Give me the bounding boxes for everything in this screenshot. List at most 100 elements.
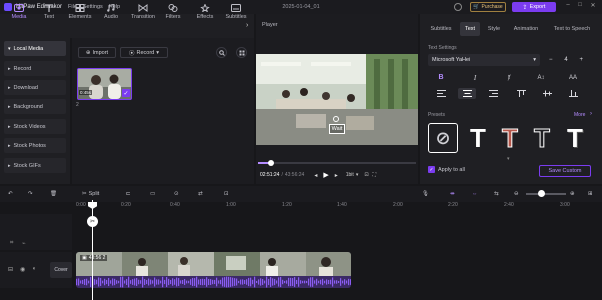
- minus-icon[interactable]: −: [549, 57, 553, 63]
- track-lock-icon[interactable]: ⊟: [8, 266, 13, 273]
- tab-effects[interactable]: Effects: [190, 0, 220, 24]
- preset-red-outline-icon[interactable]: T: [495, 122, 525, 153]
- quality-select[interactable]: 1bit: [346, 172, 354, 178]
- uppercase-icon[interactable]: AA: [564, 72, 582, 83]
- lock-track-icon[interactable]: ⌁: [22, 240, 26, 247]
- tab-filters[interactable]: Filters: [158, 0, 188, 24]
- save-custom-button[interactable]: Save Custom: [539, 165, 591, 177]
- sidebar-item-background[interactable]: ▸ Background: [4, 99, 66, 114]
- sidebar-item-stock-photos[interactable]: ▸ Stock Photos: [4, 138, 66, 153]
- font-select[interactable]: Microsoft YaHei ▾: [428, 54, 540, 66]
- magnet-icon[interactable]: ⇔: [472, 188, 478, 200]
- font-size-stepper[interactable]: − 4 +: [546, 54, 586, 66]
- align-right-icon[interactable]: [484, 88, 502, 99]
- align-center-icon[interactable]: [458, 88, 476, 99]
- tab-subtitles[interactable]: Subtitles: [221, 0, 251, 24]
- sidebar-item-stock-videos[interactable]: ▸ Stock Videos: [4, 119, 66, 134]
- preset-hollow-icon[interactable]: T: [527, 122, 557, 153]
- cover-button[interactable]: Cover: [50, 262, 72, 278]
- account-icon[interactable]: [454, 3, 462, 11]
- delete-icon[interactable]: 🗑: [50, 188, 57, 200]
- minimize-icon[interactable]: –: [564, 2, 572, 8]
- collapse-icon[interactable]: ▾: [507, 156, 510, 162]
- prev-frame-icon[interactable]: ◂: [314, 172, 317, 179]
- fullscreen-icon[interactable]: ⛶: [373, 172, 377, 178]
- waveform-bar: [102, 280, 104, 284]
- zoom-slider-handle[interactable]: [538, 190, 545, 197]
- snapshot-icon[interactable]: ⊡: [224, 188, 229, 200]
- tab-animation[interactable]: Animation: [508, 22, 544, 36]
- chevron-right-icon[interactable]: ›: [590, 111, 592, 117]
- sidebar-item-local-media[interactable]: ▾ Local Media: [4, 41, 66, 56]
- tab-elements[interactable]: Elements: [65, 0, 95, 24]
- rotate-handle-icon[interactable]: [333, 116, 339, 122]
- add-track-icon[interactable]: ⌗: [10, 240, 13, 247]
- waveform-bar: [196, 276, 198, 288]
- search-icon[interactable]: [216, 47, 227, 58]
- align-middle-icon[interactable]: [538, 88, 556, 99]
- strikethrough-icon[interactable]: ⱦ: [500, 72, 518, 83]
- timeline-settings-icon[interactable]: ⊞: [588, 188, 593, 200]
- chevron-right-icon[interactable]: ›: [246, 22, 248, 29]
- record-button[interactable]: ⦿ Record ▾: [120, 47, 168, 58]
- text-overlay[interactable]: Wait: [329, 124, 345, 134]
- sidebar-item-record[interactable]: ▸ Record: [4, 61, 66, 76]
- link-icon[interactable]: ⇹: [450, 188, 455, 200]
- tab-transition[interactable]: Transition: [128, 0, 158, 24]
- player-progress-track[interactable]: [258, 162, 416, 164]
- tab-audio[interactable]: Audio: [96, 0, 126, 24]
- screenshot-icon[interactable]: ⊡: [364, 172, 368, 178]
- scissors-icon[interactable]: ✂: [87, 216, 98, 227]
- next-frame-icon[interactable]: ▸: [335, 172, 338, 179]
- sidebar-item-download[interactable]: ▸ Download: [4, 80, 66, 95]
- crop-icon[interactable]: ⊏: [126, 188, 131, 200]
- speed-icon[interactable]: ⊙: [174, 188, 179, 200]
- track-visibility-icon[interactable]: ◉: [20, 266, 25, 273]
- maximize-icon[interactable]: □: [576, 2, 584, 8]
- align-top-icon[interactable]: [512, 88, 530, 99]
- fit-icon[interactable]: ⇆: [494, 188, 499, 200]
- purchase-button[interactable]: 🛒 Purchase: [470, 2, 506, 12]
- align-left-icon[interactable]: [432, 88, 450, 99]
- text-case-icon[interactable]: A↕: [532, 72, 550, 83]
- caret-right-icon: ▸: [8, 84, 11, 91]
- preset-shadow-icon[interactable]: T: [560, 123, 590, 153]
- import-button[interactable]: ⊕ Import: [78, 47, 116, 58]
- zoom-slider[interactable]: [526, 193, 566, 195]
- bold-icon[interactable]: B: [432, 72, 450, 83]
- undo-icon[interactable]: ↶: [8, 188, 13, 200]
- waveform-bar: [332, 277, 334, 287]
- player-progress-handle[interactable]: [268, 160, 274, 166]
- redo-icon[interactable]: ↷: [28, 188, 33, 200]
- tab-subtitles-props[interactable]: Subtitles: [424, 22, 458, 36]
- tab-text-props[interactable]: Text: [460, 22, 480, 36]
- tab-style[interactable]: Style: [482, 22, 506, 36]
- italic-icon[interactable]: I: [466, 72, 484, 83]
- reverse-icon[interactable]: ⇄: [198, 188, 203, 200]
- presets-more-link[interactable]: More: [574, 112, 585, 118]
- tab-text[interactable]: Text: [34, 0, 64, 24]
- split-button[interactable]: ✂ Split: [82, 188, 99, 200]
- waveform-bar: [292, 278, 294, 286]
- track-audio-icon[interactable]: ◖: [32, 266, 36, 272]
- waveform-bar: [112, 278, 114, 286]
- close-icon[interactable]: ✕: [589, 2, 597, 9]
- export-button[interactable]: ⇪ Export: [512, 2, 556, 12]
- zoom-in-icon[interactable]: ⊕: [570, 188, 575, 200]
- align-bottom-icon[interactable]: [564, 88, 582, 99]
- play-icon[interactable]: ▶: [323, 171, 328, 179]
- preset-none-icon[interactable]: ⊘: [428, 123, 458, 153]
- playhead[interactable]: [92, 200, 93, 300]
- apply-to-all-checkbox[interactable]: ✓ Apply to all: [428, 166, 465, 173]
- checkmark-icon[interactable]: ✓: [122, 89, 130, 97]
- plus-icon[interactable]: +: [579, 57, 583, 63]
- preset-white-icon[interactable]: T: [463, 123, 493, 153]
- sidebar-item-stock-gifs[interactable]: ▸ Stock GIFs: [4, 158, 66, 173]
- tab-media[interactable]: Media: [4, 0, 34, 24]
- caret-right-icon: ▸: [8, 65, 11, 72]
- zoom-out-icon[interactable]: ⊖: [514, 188, 519, 200]
- tab-text-to-speech[interactable]: Text to Speech: [546, 22, 598, 36]
- microphone-icon[interactable]: 🎙: [422, 188, 429, 200]
- freeze-icon[interactable]: ▭: [150, 188, 155, 200]
- grid-view-icon[interactable]: [236, 47, 247, 58]
